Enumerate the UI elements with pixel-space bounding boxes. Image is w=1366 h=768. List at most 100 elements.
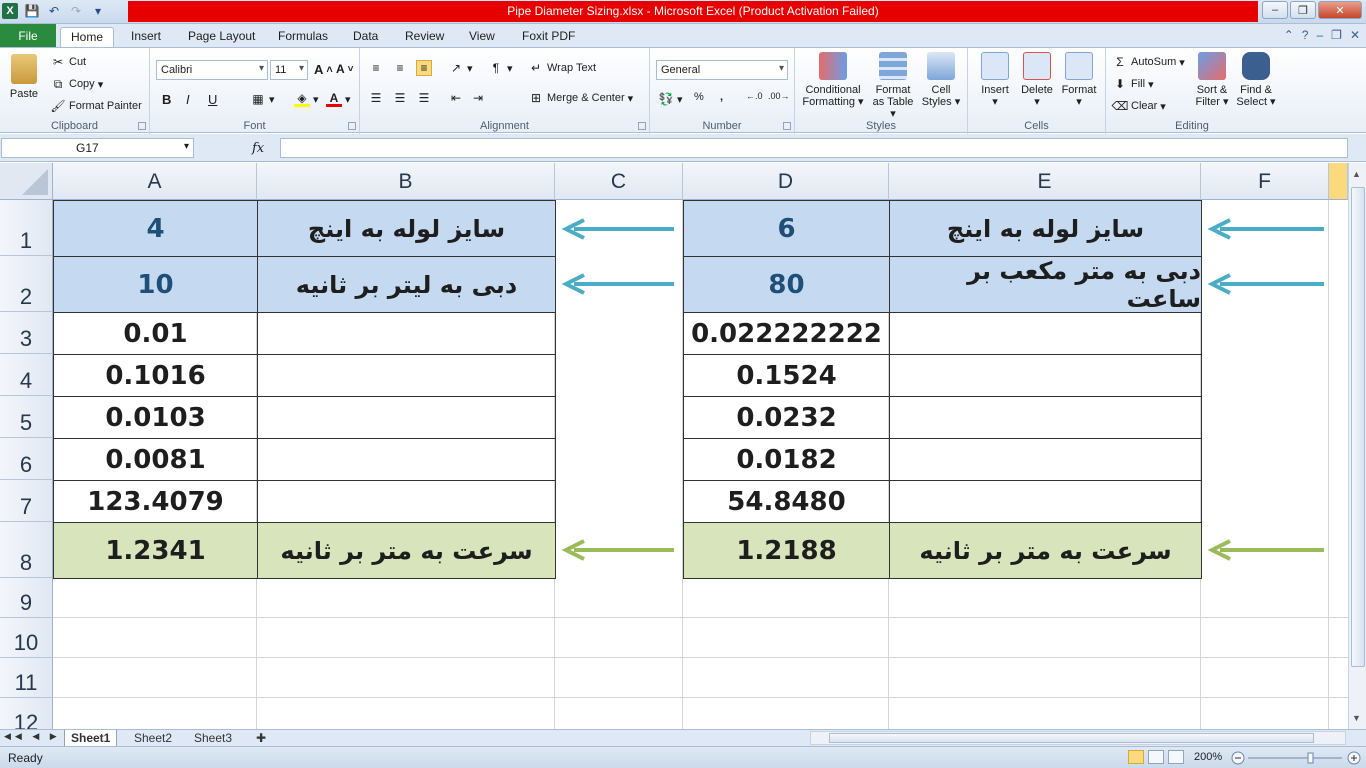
- align-right-icon[interactable]: ☰: [416, 90, 432, 106]
- page-break-view-icon[interactable]: [1168, 750, 1184, 764]
- column-header-c[interactable]: C: [555, 163, 683, 200]
- align-bottom-icon[interactable]: ≡: [416, 60, 432, 76]
- shrink-font-icon[interactable]: A ˅: [336, 62, 354, 76]
- clear-button[interactable]: ⌫ Clear ▾: [1112, 98, 1166, 114]
- cell-e6[interactable]: [889, 438, 1202, 481]
- zoom-level[interactable]: 200%: [1194, 751, 1222, 763]
- customize-qat-icon[interactable]: ▾: [90, 3, 106, 19]
- clipboard-launcher-icon[interactable]: [138, 122, 146, 130]
- cell-d4[interactable]: 0.1524: [683, 354, 890, 397]
- row-header-7[interactable]: 7: [0, 480, 53, 522]
- cell-b1[interactable]: سایز لوله به اینچ: [257, 200, 556, 257]
- sort-filter-button[interactable]: Sort & Filter ▾: [1190, 52, 1234, 108]
- tab-home[interactable]: Home: [60, 27, 115, 47]
- row-header-4[interactable]: 4: [0, 354, 53, 396]
- select-all-button[interactable]: [0, 163, 53, 200]
- cell-b4[interactable]: [257, 354, 556, 397]
- fill-button[interactable]: ⬇ Fill ▾: [1112, 76, 1154, 92]
- indent-buttons[interactable]: ⇤ ⇥: [448, 90, 486, 106]
- italic-button[interactable]: I: [186, 92, 190, 107]
- cell-a2[interactable]: 10: [53, 256, 258, 313]
- row-header-5[interactable]: 5: [0, 396, 53, 438]
- restore-button[interactable]: ❐: [1290, 1, 1316, 19]
- minimize-button[interactable]: –: [1262, 1, 1288, 19]
- window-minimize-icon[interactable]: –: [1316, 28, 1323, 42]
- font-name-select[interactable]: Calibri: [156, 60, 268, 80]
- vertical-align-buttons[interactable]: ≡ ≡ ≡: [368, 60, 432, 76]
- column-header-b[interactable]: B: [257, 163, 555, 200]
- column-header-g[interactable]: [1329, 163, 1348, 200]
- cell-b7[interactable]: [257, 480, 556, 523]
- row-header-1[interactable]: 1: [0, 200, 53, 256]
- align-center-icon[interactable]: ☰: [392, 90, 408, 106]
- format-painter-button[interactable]: 🖌 Format Painter: [50, 98, 141, 114]
- tab-formulas[interactable]: Formulas: [268, 27, 338, 47]
- orientation-icon[interactable]: ↗ ▾: [448, 60, 473, 76]
- cell-b6[interactable]: [257, 438, 556, 481]
- cell-a7[interactable]: 123.4079: [53, 480, 258, 523]
- horizontal-scrollbar[interactable]: [810, 731, 1346, 745]
- column-header-e[interactable]: E: [889, 163, 1201, 200]
- cell-d7[interactable]: 54.8480: [683, 480, 890, 523]
- underline-button[interactable]: U: [208, 92, 217, 107]
- cell-a5[interactable]: 0.0103: [53, 396, 258, 439]
- column-header-d[interactable]: D: [683, 163, 889, 200]
- minimize-ribbon-icon[interactable]: ⌃: [1284, 28, 1294, 42]
- cell-e3[interactable]: [889, 312, 1202, 355]
- name-box[interactable]: G17: [1, 138, 194, 158]
- window-close-icon[interactable]: ✕: [1350, 28, 1360, 42]
- help-icon[interactable]: ?: [1302, 28, 1309, 42]
- cell-e7[interactable]: [889, 480, 1202, 523]
- normal-view-icon[interactable]: [1128, 750, 1144, 764]
- vertical-scrollbar[interactable]: ▲ ▼: [1348, 163, 1366, 729]
- tab-insert[interactable]: Insert: [121, 27, 171, 47]
- cell-d8[interactable]: 1.2188: [683, 522, 890, 579]
- cell-d1[interactable]: 6: [683, 200, 890, 257]
- conditional-formatting-button[interactable]: Conditional Formatting ▾: [799, 52, 867, 108]
- row-header-10[interactable]: 10: [0, 618, 53, 658]
- excel-logo-icon[interactable]: X: [2, 3, 18, 19]
- cell-a8[interactable]: 1.2341: [53, 522, 258, 579]
- grow-font-icon[interactable]: A ˄: [314, 62, 333, 77]
- cell-b3[interactable]: [257, 312, 556, 355]
- increase-indent-icon[interactable]: ⇥: [470, 90, 486, 106]
- cell-d5[interactable]: 0.0232: [683, 396, 890, 439]
- undo-icon[interactable]: ↶: [46, 3, 62, 19]
- format-cells-button[interactable]: Format ▾: [1058, 52, 1100, 108]
- window-restore-icon[interactable]: ❐: [1331, 28, 1342, 42]
- cell-d2[interactable]: 80: [683, 256, 890, 313]
- page-layout-view-icon[interactable]: [1148, 750, 1164, 764]
- row-header-3[interactable]: 3: [0, 312, 53, 354]
- format-as-table-button[interactable]: Format as Table ▾: [869, 52, 917, 120]
- cut-button[interactable]: ✂ Cut: [50, 54, 86, 70]
- increase-decimal-icon[interactable]: ←.0: [746, 91, 763, 101]
- align-left-icon[interactable]: ☰: [368, 90, 384, 106]
- font-launcher-icon[interactable]: [348, 122, 356, 130]
- row-header-6[interactable]: 6: [0, 438, 53, 480]
- cell-e1[interactable]: سایز لوله به اینچ: [889, 200, 1202, 257]
- copy-button[interactable]: ⧉ Copy ▾: [50, 76, 104, 92]
- insert-function-button[interactable]: fx: [252, 141, 264, 156]
- text-direction-icon[interactable]: ¶ ▾: [488, 60, 513, 76]
- font-color-icon[interactable]: A ▾: [326, 91, 351, 107]
- worksheet-grid[interactable]: A B C D E F 1 2 3 4 5 6 7 8 9 10 11 12 4…: [0, 163, 1348, 729]
- row-header-9[interactable]: 9: [0, 578, 53, 618]
- row-header-8[interactable]: 8: [0, 522, 53, 578]
- number-launcher-icon[interactable]: [783, 122, 791, 130]
- zoom-slider[interactable]: [1230, 750, 1362, 766]
- paste-button[interactable]: Paste: [6, 54, 42, 100]
- decrease-decimal-icon[interactable]: .00→: [768, 91, 790, 101]
- tab-foxit-pdf[interactable]: Foxit PDF: [512, 27, 585, 47]
- tab-file[interactable]: File: [0, 24, 56, 47]
- cell-b2[interactable]: دبی به لیتر بر ثانیه: [257, 256, 556, 313]
- close-button[interactable]: ✕: [1318, 1, 1362, 19]
- tab-view[interactable]: View: [459, 27, 505, 47]
- cell-d6[interactable]: 0.0182: [683, 438, 890, 481]
- save-icon[interactable]: 💾: [24, 3, 40, 19]
- bold-button[interactable]: B: [162, 92, 171, 107]
- vertical-scroll-thumb[interactable]: [1351, 187, 1365, 667]
- cell-a6[interactable]: 0.0081: [53, 438, 258, 481]
- column-header-a[interactable]: A: [53, 163, 257, 200]
- cell-b8[interactable]: سرعت به متر بر ثانیه: [257, 522, 556, 579]
- insert-sheet-icon[interactable]: ✚: [250, 730, 272, 747]
